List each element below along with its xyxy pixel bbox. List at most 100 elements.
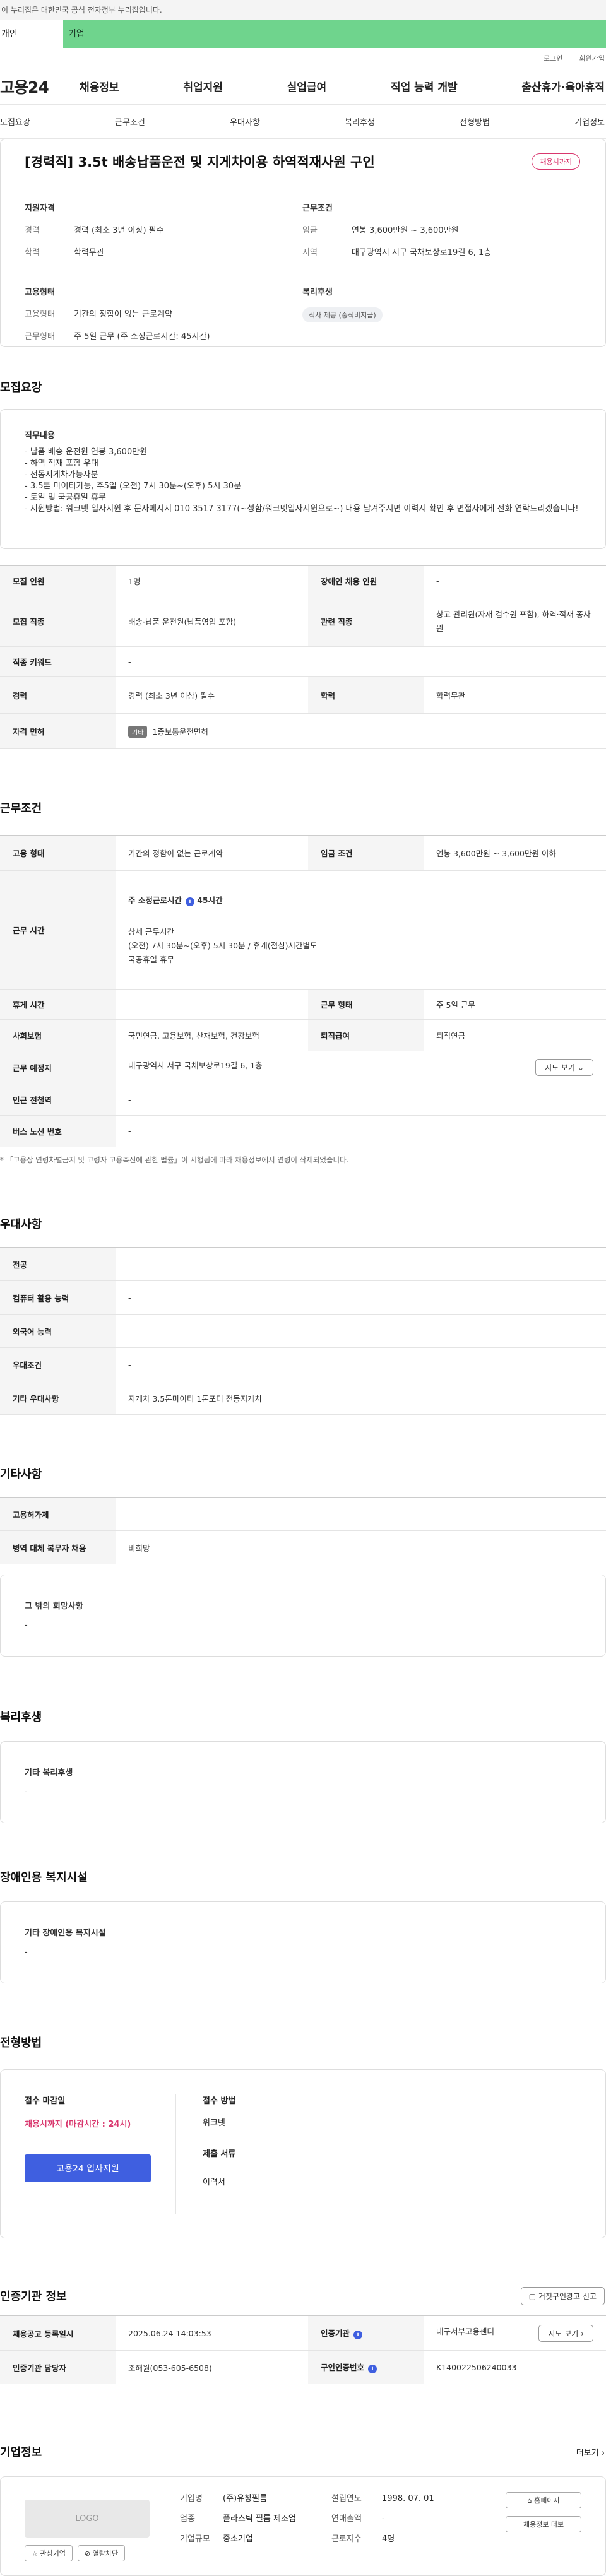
favorite-company-button[interactable]: ☆ 관심기업 (25, 2545, 73, 2561)
anchor-selection[interactable]: 전형방법 (460, 115, 490, 127)
etc-table: 고용허가제 - 병역 대체 복무자 채용 비희망 (0, 1497, 606, 1564)
company-more-link[interactable]: 더보기 › (576, 2446, 605, 2458)
cert-heading: 인증기관 정보 (0, 2290, 67, 2303)
nav-job-info[interactable]: 채용정보 (80, 78, 119, 94)
work-table: 고용 형태 기간의 정함이 없는 근로계약 임금 조건 연봉 3,600만원 ~… (0, 835, 606, 1147)
benefit-box: 기타 복리후생 - (0, 1741, 606, 1823)
disabled-heading: 장애인용 복지시설 (0, 1871, 88, 1884)
company-heading: 기업정보 (0, 2446, 42, 2459)
nav-maternity-leave[interactable]: 출산휴가·육아휴직 (521, 78, 605, 94)
site-logo[interactable]: 고용24 (0, 75, 80, 98)
disabled-box: 기타 장애인용 복지시설 - (0, 1901, 606, 1983)
chevron-down-icon: ⌄ (577, 1063, 584, 1072)
block-view-button[interactable]: ⊘ 열람차단 (77, 2545, 126, 2561)
util-nav: 로그인 회원가입 (0, 48, 606, 68)
table-row: 경력 경력 (최소 3년 이상) 필수 학력 학력무관 (0, 676, 606, 714)
table-row: 근무 시간 주 소정근로시간 i 45시간 상세 근무시간 (오전) 7시 30분… (0, 870, 606, 990)
cell-key: 근무 형태 (308, 989, 424, 1020)
cell-key: 임금 조건 (308, 835, 424, 871)
cell-value: 학력무관 (424, 676, 606, 714)
cell-value: 국민연금, 고용보험, 산재보험, 건강보험 (116, 1019, 308, 1051)
weekly-hours-label: 주 소정근로시간 (128, 895, 182, 905)
agency-map-label: 지도 보기 (548, 2329, 579, 2338)
apply-button[interactable]: 고용24 입사지원 (25, 2154, 151, 2182)
cell-key: 직종 키워드 (0, 646, 116, 677)
summary-condition: 근무조건 임금 연봉 3,600만원 ~ 3,600만원 지역 대구광역시 서구 국… (302, 201, 580, 268)
main-nav: 고용24 채용정보 취업지원 실업급여 직업 능력 개발 출산휴가·육아휴직 (0, 68, 606, 105)
pref-heading: 우대사항 (0, 1218, 42, 1231)
top-tabs: 개인 기업 (0, 20, 606, 48)
cell-value: 지게차 3.5톤마이티 1톤포터 전동지게차 (116, 1381, 606, 1415)
document-icon: ▢ (528, 2291, 537, 2301)
kv-value: 주 5일 근무 (주 소정근로시간: 45시간) (74, 332, 210, 341)
tab-personal[interactable]: 개인 (0, 20, 63, 48)
duty-heading: 직무내용 (25, 431, 55, 440)
anchor-recruit[interactable]: 모집요강 (0, 115, 30, 127)
cell-key: 학력 (308, 676, 424, 714)
kv-value: 기간의 정함이 없는 근로계약 (74, 310, 172, 319)
chevron-right-icon: › (601, 2448, 605, 2458)
homepage-button[interactable]: ⌂ 홈페이지 (506, 2492, 581, 2508)
join-link[interactable]: 회원가입 (579, 53, 605, 63)
map-button[interactable]: 지도 보기 ⌄ (535, 1059, 593, 1076)
selection-box: 접수 마감일 채용시까지 (마감시간 : 24시) 고용24 입사지원 접수 방… (0, 2069, 606, 2238)
info-icon[interactable]: i (354, 2331, 363, 2339)
table-row: 근무 예정지 대구광역시 서구 국채보상로19길 6, 1층 지도 보기 ⌄ (0, 1051, 606, 1084)
cell-value: - (116, 1280, 606, 1315)
tab-company[interactable]: 기업 (63, 20, 606, 48)
table-row: 고용허가제 - (0, 1497, 606, 1531)
kv-value: 학력무관 (74, 248, 104, 257)
anchor-tabs: 모집요강 근무조건 우대사항 복리후생 전형방법 기업정보 (0, 105, 606, 139)
duty-body: - 납품 배송 운전원 연봉 3,600만원 - 하역 적재 포함 우대 - 전… (25, 447, 579, 514)
table-row: 외국어 능력 - (0, 1314, 606, 1348)
agency-map-button[interactable]: 지도 보기 › (538, 2324, 593, 2342)
benefit-sub-heading: 기타 복리후생 (25, 1768, 73, 1778)
summary-emp-heading: 고용형태 (25, 288, 55, 297)
deadline-badge: 채용시까지 (532, 153, 580, 170)
anchor-company[interactable]: 기업정보 (574, 115, 605, 127)
info-icon[interactable]: i (368, 2365, 377, 2373)
info-icon[interactable]: i (185, 897, 194, 906)
selection-heading: 전형방법 (0, 2036, 42, 2050)
company-jobs-button[interactable]: 채용정보 더보 (506, 2516, 581, 2532)
company-header: 기업정보 더보기 › (0, 2443, 606, 2460)
cell-value: 주 5일 근무 (424, 989, 606, 1020)
nav-unemployment-benefit[interactable]: 실업급여 (287, 78, 327, 94)
cell-value: 배송·납품 운전원(납품영업 포함) (116, 596, 308, 647)
anchor-benefit[interactable]: 복리후생 (345, 115, 375, 127)
pref-table: 전공 - 컴퓨터 활용 능력 - 외국어 능력 - 우대조건 - 기타 우대사항 지게차 … (0, 1247, 606, 1415)
cell-key: 구인인증번호 i (308, 2350, 424, 2384)
summary-welfare-heading: 복리후생 (302, 288, 333, 297)
method-value: 워크넷 (203, 2118, 225, 2128)
summary-employment: 고용형태 고용형태 기간의 정함이 없는 근로계약 근무형태 주 5일 근무 (주 … (25, 285, 302, 352)
method-heading: 접수 방법 (203, 2096, 236, 2106)
wish-value: - (25, 1621, 28, 1630)
cell-value: 조해원(053-605-6508) (116, 2350, 308, 2384)
nav-employment-support[interactable]: 취업지원 (183, 78, 223, 94)
nav-vocational-training[interactable]: 직업 능력 개발 (391, 78, 458, 94)
welfare-chip: 식사 제공 (중식비지급) (302, 307, 383, 322)
cell-key: 전공 (0, 1247, 116, 1281)
cell-value: 창고 관리원(자재 검수원 포함), 하역·적재 종사원 (424, 596, 606, 647)
cell-value: - (116, 646, 606, 677)
cell-value: 대구광역시 서구 국채보상로19길 6, 1층 지도 보기 ⌄ (116, 1051, 606, 1084)
login-link[interactable]: 로그인 (544, 53, 562, 63)
benefit-heading: 복리후생 (0, 1711, 42, 1724)
cell-key: 퇴직급여 (308, 1019, 424, 1051)
detail-hours-label: 상세 근무시간 (128, 926, 174, 936)
company-logo: LOGO (25, 2500, 150, 2538)
anchor-pref[interactable]: 우대사항 (230, 115, 260, 127)
table-row: 버스 노선 번호 - (0, 1115, 606, 1147)
report-fake-ad-button[interactable]: ▢ 거짓구인광고 신고 (520, 2286, 605, 2305)
summary-cond-heading: 근무조건 (302, 204, 333, 213)
disabled-sub-heading: 기타 장애인용 복지시설 (25, 1929, 106, 1938)
kv-key: 근무형태 (25, 332, 55, 341)
kv-key: 지역 (302, 248, 318, 257)
home-icon: ⌂ (527, 2496, 532, 2505)
kv-value: (주)유창필름 (223, 2494, 267, 2503)
kv-key: 임금 (302, 226, 318, 235)
anchor-work[interactable]: 근무조건 (115, 115, 145, 127)
cell-value: - (116, 1247, 606, 1281)
cell-value: 경력 (최소 3년 이상) 필수 (116, 676, 308, 714)
cell-key: 근무 시간 (0, 870, 116, 990)
